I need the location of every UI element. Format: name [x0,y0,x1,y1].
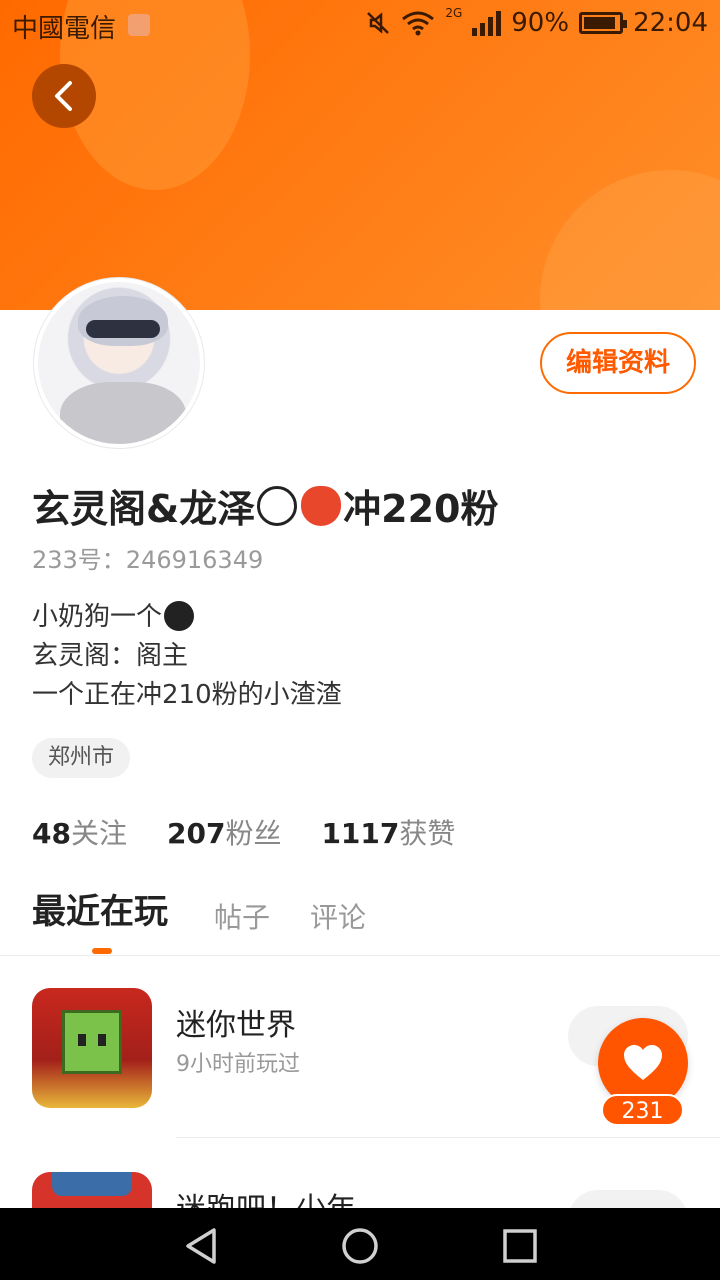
heart-icon [624,1045,662,1080]
face-emoji-icon [257,485,298,526]
followers-stat[interactable]: 207粉丝 [167,812,281,852]
back-button[interactable] [32,64,96,128]
bio-line-text: 小奶狗一个 [32,602,163,632]
avatar-sleep-mask [86,320,160,338]
mute-icon [367,12,390,34]
likes-label: 获赞 [399,817,456,850]
game-icon [32,988,152,1108]
avatar[interactable] [34,278,204,448]
bio-line: 一个正在冲210粉的小渣渣 [32,680,342,710]
signal-icon [472,10,502,36]
wifi-icon [402,11,435,36]
likes-count: 1117 [321,817,400,850]
tab-recent-games[interactable]: 最近在玩 [32,884,168,933]
user-id: 233号：246916349 [32,546,264,574]
username: 玄灵阁&龙泽 冲220粉 [32,478,498,533]
edit-profile-button[interactable]: 编辑资料 [540,332,696,394]
bio: 小奶狗一个 玄灵阁：阁主 一个正在冲210粉的小渣渣 [32,598,342,715]
battery-fill [584,17,616,29]
status-bar: 中國電信 2G 90% 22:04 [0,0,720,48]
carrier-name: 中國電信 [12,14,117,44]
triangle-back-icon[interactable] [182,1226,222,1266]
location-tag: 郑州市 [32,738,131,778]
bio-line: 小奶狗一个 [32,598,342,637]
profile-stats: 48关注 207粉丝 1117获赞 [32,812,455,852]
square-recents-icon[interactable] [500,1226,540,1266]
status-indicators: 2G 90% 22:04 [365,6,708,38]
bio-line: 玄灵阁：阁主 [32,641,189,671]
username-text: 玄灵阁&龙泽 [32,487,256,531]
followers-label: 粉丝 [225,817,282,850]
carrier-app-icon [128,14,150,36]
username-suffix: 冲220粉 [343,487,499,531]
tab-comments[interactable]: 评论 [310,896,366,936]
clock: 22:04 [633,8,708,38]
tab-posts[interactable]: 帖子 [214,896,270,936]
divider [176,1137,720,1138]
tab-indicator [92,948,112,954]
chevron-left-icon [55,81,72,111]
avatar-hoodie [60,382,186,444]
game-character-eye [78,1034,86,1046]
network-type: 2G [445,6,463,20]
circle-home-icon[interactable] [340,1226,380,1266]
dark-face-emoji-icon [164,601,195,631]
following-stat[interactable]: 48关注 [32,812,127,852]
followers-count: 207 [166,817,226,850]
battery-icon [579,12,628,34]
navigation-bar [0,1208,720,1280]
strawberry-emoji-icon [301,485,342,526]
following-count: 48 [32,817,71,850]
game-last-played: 9小时前玩过 [176,1052,300,1077]
profile-tabs: 最近在玩 帖子 评论 [0,890,720,956]
like-count-badge: 231 [601,1094,684,1126]
battery-percent: 90% [511,8,570,38]
game-character [62,1010,122,1074]
following-label: 关注 [70,817,127,850]
likes-stat[interactable]: 1117获赞 [321,812,455,852]
game-title: 迷你世界 [176,1008,296,1043]
game-character-eye [98,1034,106,1046]
banner-decoration [540,170,720,310]
game-character-cap [52,1172,132,1196]
